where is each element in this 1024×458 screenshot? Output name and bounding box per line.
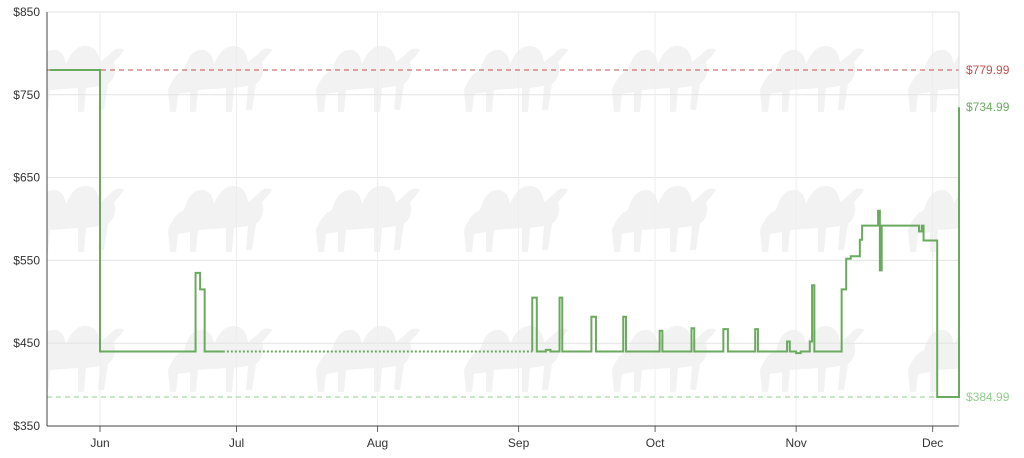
reference-label: $779.99 xyxy=(966,63,1010,77)
price-history-chart: $779.99 $734.99 $384.99 $350 $450 $550 $650 $7… xyxy=(13,5,1010,450)
x-tick-label: Sep xyxy=(508,436,530,450)
plot-background-watermark xyxy=(47,12,959,426)
reference-label: $734.99 xyxy=(966,100,1010,114)
reference-label: $384.99 xyxy=(966,390,1010,404)
x-tick-label: Oct xyxy=(646,436,665,450)
y-tick-label: $750 xyxy=(13,88,40,102)
x-tick-label: Aug xyxy=(367,436,388,450)
y-tick-label: $550 xyxy=(13,253,40,267)
y-tick-label: $450 xyxy=(13,336,40,350)
x-tick-label: Jun xyxy=(90,436,109,450)
x-tick-label: Jul xyxy=(229,436,244,450)
y-tick-label: $850 xyxy=(13,5,40,19)
y-tick-label: $350 xyxy=(13,419,40,433)
x-tick-label: Nov xyxy=(785,436,806,450)
y-tick-label: $650 xyxy=(13,171,40,185)
x-tick-label: Dec xyxy=(922,436,943,450)
